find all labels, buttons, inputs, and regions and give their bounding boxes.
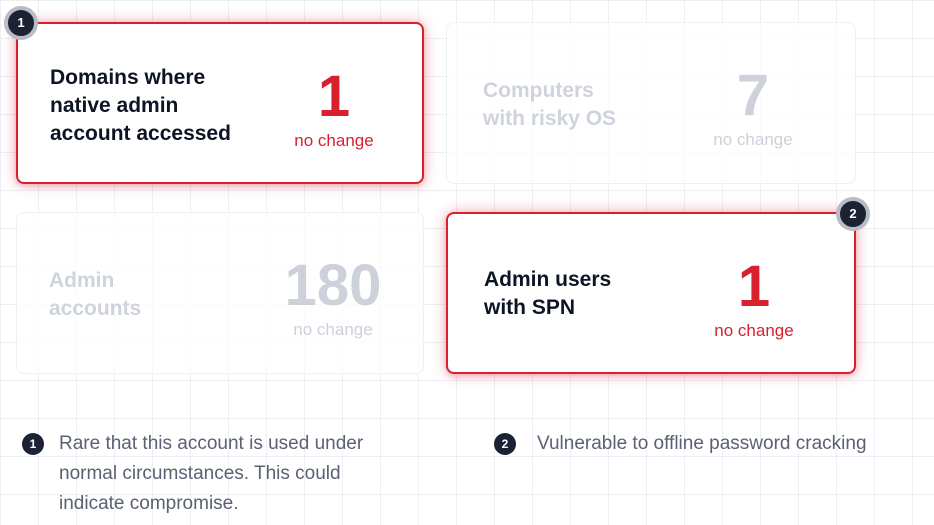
metric-change: no change: [713, 130, 793, 149]
callout-badge-2: 2: [836, 197, 870, 231]
card-label-line: Computers: [483, 79, 594, 102]
note-line: indicate compromise.: [59, 493, 239, 514]
card-label: Admin users with SPN: [484, 266, 611, 322]
metric-value: 180: [284, 253, 382, 318]
card-admin-accounts[interactable]: Admin accounts 180 no change: [16, 212, 424, 374]
card-admin-users-spn[interactable]: Admin users with SPN 1 no change: [446, 212, 856, 374]
card-label: Domains where native admin account acces…: [50, 64, 231, 148]
card-label-line: native admin: [50, 94, 179, 117]
card-label-line: with SPN: [484, 296, 576, 319]
metric-change: no change: [294, 131, 374, 150]
note-number-badge-1: 1: [22, 433, 44, 455]
card-label-line: accounts: [49, 297, 142, 320]
note-line: Vulnerable to offline password cracking: [537, 433, 867, 454]
card-label-line: account accessed: [50, 122, 231, 145]
card-label-line: Admin users: [484, 268, 612, 291]
card-label-line: Admin: [49, 269, 115, 292]
card-risky-os-computers[interactable]: Computers with risky OS 7 no change: [446, 22, 856, 184]
metric: 7 no change: [693, 67, 813, 151]
card-label-line: with risky OS: [483, 107, 617, 130]
note-line: normal circumstances. This could: [59, 463, 341, 484]
note-number-badge-2: 2: [494, 433, 516, 455]
metric-value: 7: [736, 63, 770, 128]
note-line: Rare that this account is used under: [59, 433, 364, 454]
metric-value: 1: [737, 254, 771, 319]
card-label-line: Domains where: [50, 66, 206, 89]
metric: 180 no change: [273, 257, 393, 341]
metric-change: no change: [714, 321, 794, 340]
metric: 1 no change: [694, 258, 814, 342]
note-2: Vulnerable to offline password cracking: [537, 429, 867, 459]
metric: 1 no change: [274, 68, 394, 152]
metric-change: no change: [293, 320, 373, 339]
note-1: Rare that this account is used under nor…: [59, 429, 363, 519]
card-native-admin-domains[interactable]: Domains where native admin account acces…: [16, 22, 424, 184]
metric-value: 1: [317, 64, 351, 129]
card-label: Admin accounts: [49, 267, 141, 323]
card-label: Computers with risky OS: [483, 77, 616, 133]
callout-badge-1: 1: [4, 6, 38, 40]
